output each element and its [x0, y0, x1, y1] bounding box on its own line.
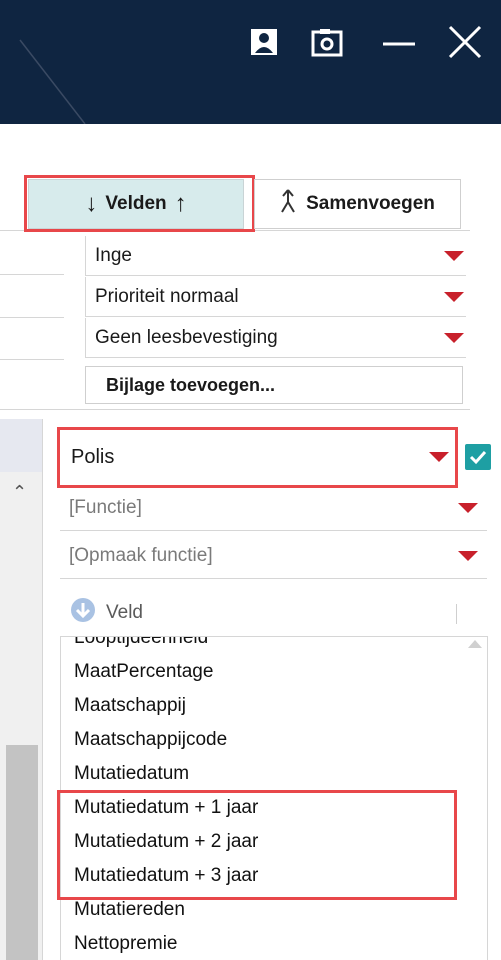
- checkmark-icon: [469, 450, 487, 465]
- title-bar: [0, 0, 501, 124]
- scrollbar-thumb[interactable]: [6, 745, 38, 960]
- sender-dropdown[interactable]: Inge: [85, 236, 466, 276]
- close-icon[interactable]: [447, 24, 483, 60]
- dropdown-arrow-icon[interactable]: [458, 503, 478, 513]
- format-placeholder: [Opmaak functie]: [69, 544, 213, 566]
- tab-samenvoegen-label: Samenvoegen: [306, 193, 435, 214]
- sender-value: Inge: [95, 244, 132, 266]
- divider: [0, 274, 64, 275]
- dropdown-arrow-icon[interactable]: [458, 551, 478, 561]
- function-placeholder: [Functie]: [69, 496, 142, 518]
- tab-samenvoegen[interactable]: Samenvoegen: [254, 179, 461, 229]
- field-header-label: Veld: [106, 602, 143, 623]
- arrow-down-circle-icon: [70, 597, 96, 629]
- list-item[interactable]: Mutatiedatum: [74, 757, 258, 791]
- read-receipt-value: Geen leesbevestiging: [95, 326, 278, 348]
- screenshot-icon[interactable]: [309, 24, 345, 60]
- list-item[interactable]: Maatschappij: [74, 689, 258, 723]
- divider: [0, 359, 64, 360]
- scroll-up-icon[interactable]: ⌃: [12, 482, 27, 503]
- list-scroll-up-icon[interactable]: [468, 640, 482, 648]
- highlight-velden: [24, 175, 255, 232]
- divider: [456, 604, 457, 624]
- left-panel-header: [0, 419, 42, 472]
- format-function-dropdown[interactable]: [Opmaak functie]: [60, 533, 487, 579]
- list-item[interactable]: Looptijdeenheid: [74, 637, 258, 655]
- priority-dropdown[interactable]: Prioriteit normaal: [85, 277, 466, 317]
- function-dropdown[interactable]: [Functie]: [60, 485, 487, 531]
- divider: [0, 409, 470, 410]
- field-header[interactable]: Veld: [60, 590, 487, 636]
- dropdown-arrow-icon[interactable]: [444, 251, 464, 261]
- priority-value: Prioriteit normaal: [95, 285, 239, 307]
- dropdown-arrow-icon[interactable]: [444, 333, 464, 343]
- read-receipt-dropdown[interactable]: Geen leesbevestiging: [85, 318, 466, 358]
- panel-divider: [42, 419, 43, 960]
- source-checkbox[interactable]: [465, 444, 491, 470]
- merge-icon: [280, 188, 296, 220]
- user-icon[interactable]: [246, 24, 282, 60]
- highlight-mutatiedatum-items: [57, 790, 457, 900]
- dropdown-arrow-icon[interactable]: [444, 292, 464, 302]
- minimize-icon[interactable]: [381, 24, 417, 60]
- list-item[interactable]: Nettopremie: [74, 927, 258, 960]
- list-item[interactable]: Maatschappijcode: [74, 723, 258, 757]
- list-item[interactable]: MaatPercentage: [74, 655, 258, 689]
- divider: [0, 317, 64, 318]
- decorative-diagonal: [19, 39, 86, 124]
- add-attachment-button[interactable]: Bijlage toevoegen...: [85, 366, 463, 404]
- highlight-polis: [57, 427, 458, 488]
